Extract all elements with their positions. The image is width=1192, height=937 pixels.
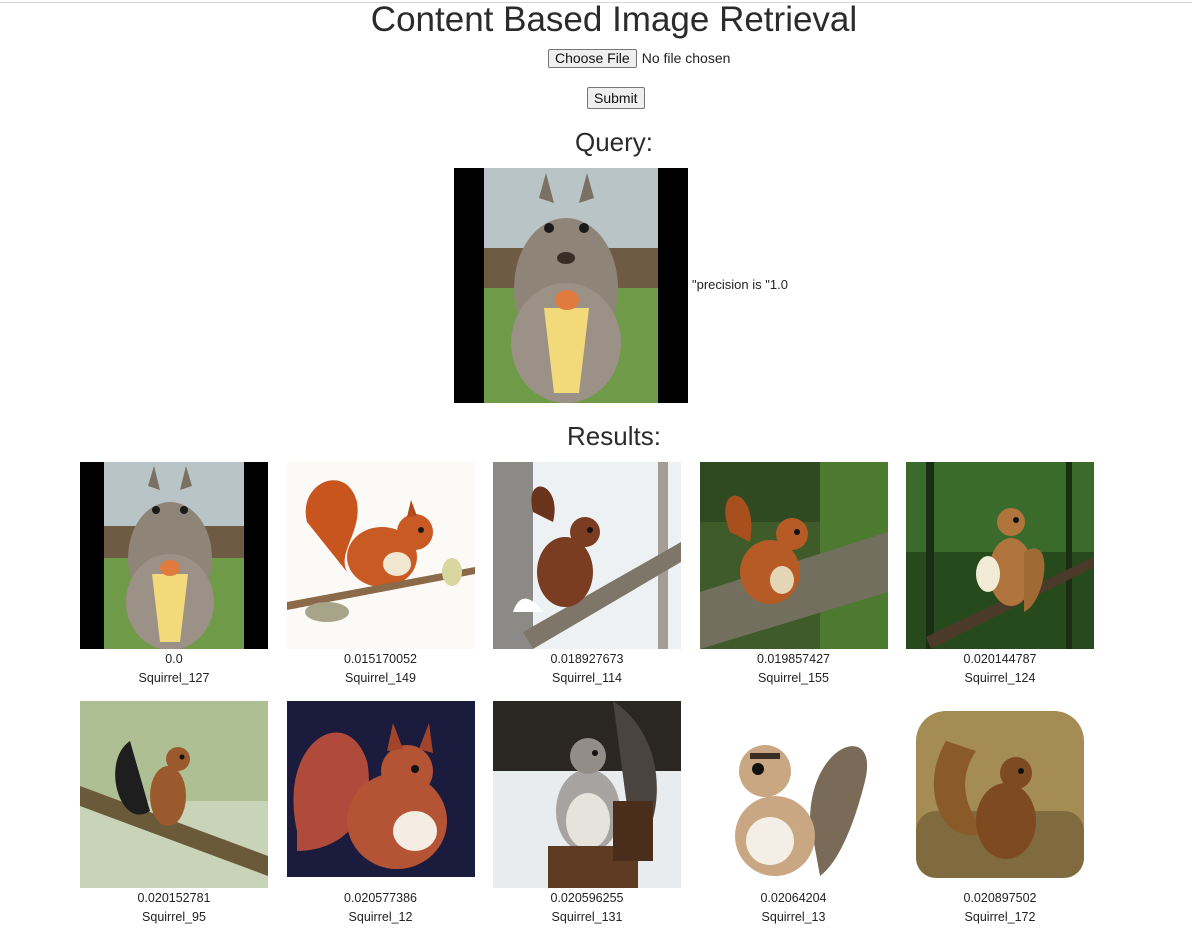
result-name: Squirrel_13 <box>761 910 826 924</box>
result-score: 0.020897502 <box>963 891 1037 905</box>
result-name: Squirrel_12 <box>348 910 413 924</box>
result-image[interactable] <box>906 701 1094 888</box>
result-image[interactable] <box>286 462 475 649</box>
result-item: 0.020577386 Squirrel_12 <box>286 701 475 927</box>
result-score: 0.02064204 <box>760 891 827 905</box>
result-score: 0.019857427 <box>757 652 830 666</box>
result-name: Squirrel_155 <box>758 671 829 685</box>
result-score: 0.020596255 <box>550 891 624 905</box>
file-upload-row: Choose File No file chosen <box>548 48 730 68</box>
precision-text: "precision is "1.0 <box>692 277 788 292</box>
result-image[interactable] <box>906 462 1094 649</box>
result-name: Squirrel_172 <box>964 910 1036 924</box>
query-heading: Query: <box>574 127 654 157</box>
result-image[interactable] <box>286 701 475 888</box>
result-score: 0.020152781 <box>137 891 211 905</box>
result-item: 0.02064204 Squirrel_13 <box>699 701 888 927</box>
result-image[interactable] <box>80 462 268 649</box>
result-name: Squirrel_124 <box>964 671 1036 685</box>
result-image[interactable] <box>493 462 681 649</box>
result-item: 0.020144787 Squirrel_124 <box>906 462 1094 688</box>
result-item: 0.015170052 Squirrel_149 <box>286 462 475 688</box>
result-item: 0.018927673 Squirrel_114 <box>493 462 681 688</box>
query-image <box>454 168 688 403</box>
result-image[interactable] <box>80 701 268 888</box>
result-image[interactable] <box>699 701 888 888</box>
submit-button[interactable]: Submit <box>587 87 645 109</box>
file-status-text: No file chosen <box>641 50 731 66</box>
result-score: 0.0 <box>165 652 183 666</box>
result-item: 0.020596255 Squirrel_131 <box>493 701 681 927</box>
result-score: 0.020144787 <box>963 652 1037 666</box>
result-score: 0.015170052 <box>344 652 417 666</box>
result-name: Squirrel_127 <box>138 671 210 685</box>
results-heading: Results: <box>567 421 661 451</box>
result-score: 0.018927673 <box>550 652 624 666</box>
result-item: 0.019857427 Squirrel_155 <box>699 462 888 688</box>
result-name: Squirrel_131 <box>551 910 623 924</box>
page-title: Content Based Image Retrieval <box>370 0 858 39</box>
page: Content Based Image Retrieval Choose Fil… <box>0 0 1192 937</box>
result-image[interactable] <box>699 462 888 649</box>
result-name: Squirrel_114 <box>552 671 622 685</box>
result-name: Squirrel_149 <box>345 671 416 685</box>
result-item: 0.020152781 Squirrel_95 <box>80 701 268 927</box>
choose-file-button[interactable]: Choose File <box>548 48 637 68</box>
submit-row: Submit <box>587 87 645 109</box>
results-grid: 0.0 Squirrel_127 0.015170052 Squirrel_14… <box>80 462 1094 927</box>
result-item: 0.020897502 Squirrel_172 <box>906 701 1094 927</box>
result-image[interactable] <box>493 701 681 888</box>
result-item: 0.0 Squirrel_127 <box>80 462 268 688</box>
result-score: 0.020577386 <box>344 891 417 905</box>
result-name: Squirrel_95 <box>142 910 206 924</box>
